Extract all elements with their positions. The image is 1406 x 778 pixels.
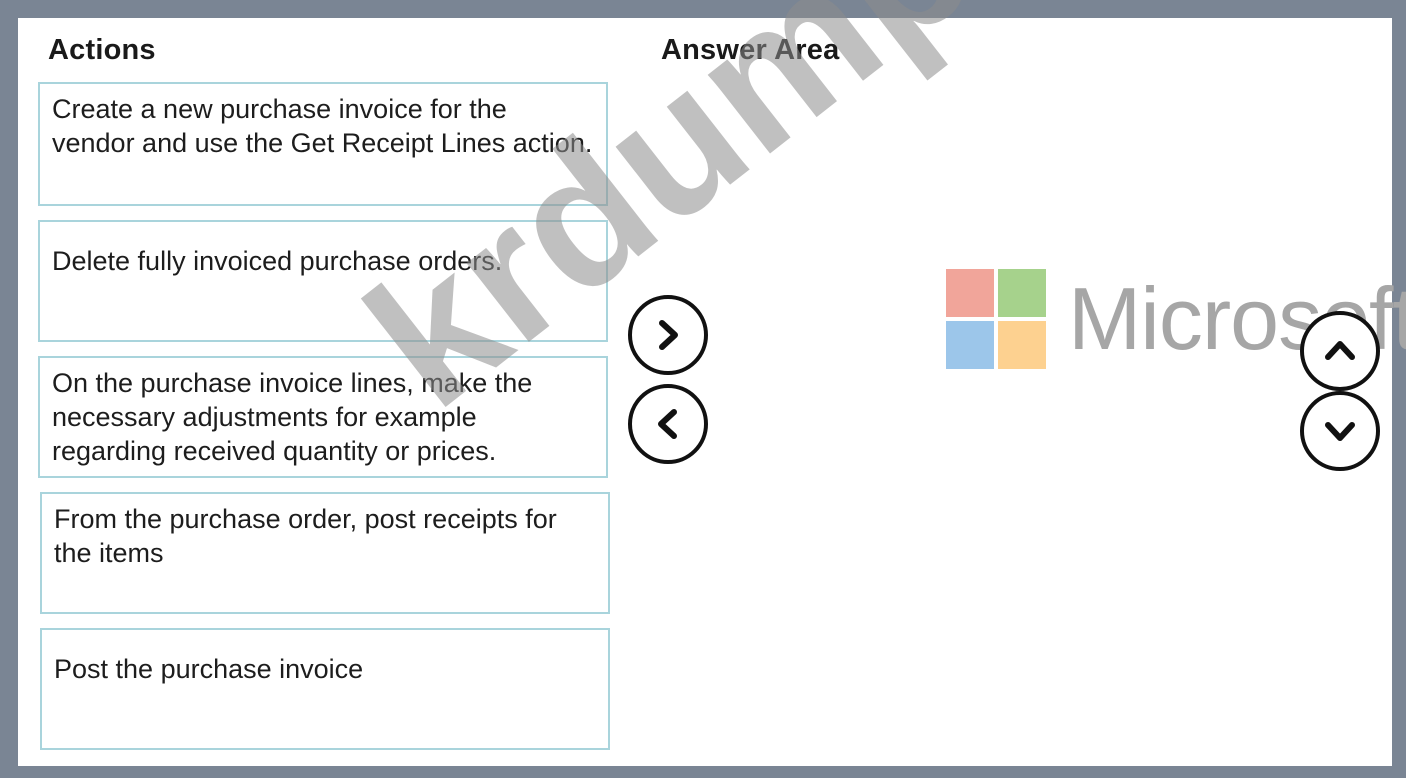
action-item-label: On the purchase invoice lines, make the …: [52, 368, 533, 466]
move-right-button[interactable]: [628, 295, 708, 375]
action-item-label: Post the purchase invoice: [54, 654, 364, 684]
answer-area-heading: Answer Area: [661, 34, 840, 66]
action-item-label: Delete fully invoiced purchase orders.: [52, 246, 503, 276]
logo-square-blue: [946, 321, 994, 369]
move-down-button[interactable]: [1300, 391, 1380, 471]
actions-heading: Actions: [48, 34, 156, 66]
drag-drop-question: Actions Answer Area Create a new purchas…: [18, 0, 1406, 766]
action-item-label: From the purchase order, post receipts f…: [54, 504, 557, 568]
action-item-post-receipts[interactable]: From the purchase order, post receipts f…: [40, 492, 610, 614]
action-item-post-invoice[interactable]: Post the purchase invoice: [40, 628, 610, 750]
logo-square-yellow: [998, 321, 1046, 369]
action-item-create-invoice[interactable]: Create a new purchase invoice for the ve…: [38, 82, 608, 206]
chevron-down-icon: [1325, 422, 1355, 441]
action-item-delete-orders[interactable]: Delete fully invoiced purchase orders.: [38, 220, 608, 342]
chevron-up-icon: [1325, 341, 1355, 360]
logo-square-green: [998, 269, 1046, 317]
chevron-left-icon: [658, 409, 677, 439]
chevron-right-icon: [659, 320, 678, 350]
move-up-button[interactable]: [1300, 311, 1380, 391]
move-left-button[interactable]: [628, 384, 708, 464]
action-item-adjust-lines[interactable]: On the purchase invoice lines, make the …: [38, 356, 608, 478]
action-item-label: Create a new purchase invoice for the ve…: [52, 94, 593, 158]
logo-square-red: [946, 269, 994, 317]
microsoft-logo-icon: [946, 269, 1046, 369]
